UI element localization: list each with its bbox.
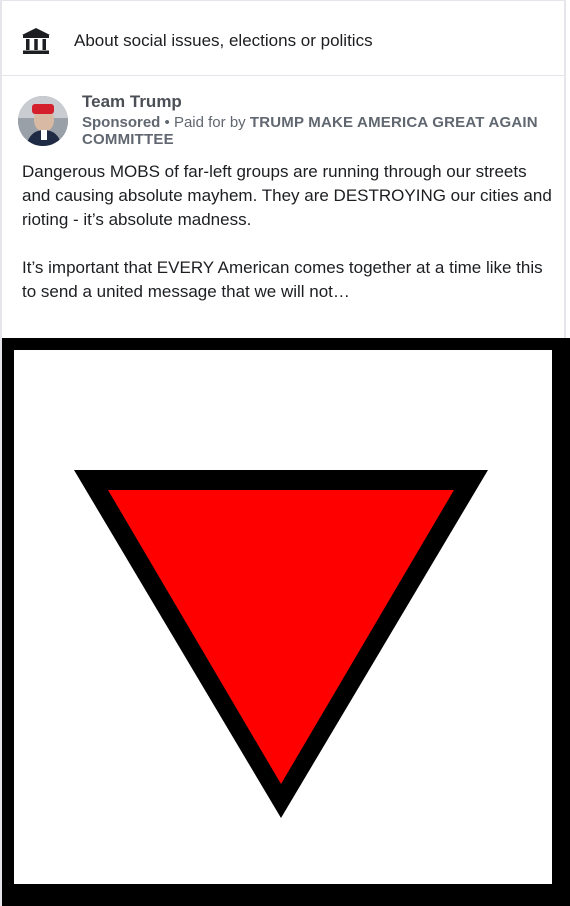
sponsored-label[interactable]: Sponsored (82, 114, 160, 131)
government-building-icon (22, 28, 50, 54)
paid-for-by-label: Paid for by (173, 114, 246, 131)
profile-photo-icon (18, 96, 68, 146)
post-header: Team Trump Sponsored • Paid for by TRUMP… (2, 76, 564, 156)
avatar[interactable] (18, 96, 68, 146)
post-paragraph: It’s important that EVERY American comes… (22, 258, 543, 301)
ad-image-frame[interactable] (2, 338, 570, 906)
separator-dot: • (164, 114, 170, 131)
political-ad-disclaimer[interactable]: About social issues, elections or politi… (2, 0, 564, 76)
ad-card: About social issues, elections or politi… (0, 0, 570, 906)
inverted-red-triangle-icon (74, 470, 488, 818)
post-body: Dangerous MOBS of far-left groups are ru… (22, 160, 552, 304)
post-paragraph: Dangerous MOBS of far-left groups are ru… (22, 162, 552, 229)
page-name[interactable]: Team Trump (82, 92, 182, 112)
sponsored-line: Sponsored • Paid for by TRUMP MAKE AMERI… (82, 114, 552, 148)
disclaimer-label: About social issues, elections or politi… (74, 31, 373, 50)
ad-image (14, 350, 552, 884)
